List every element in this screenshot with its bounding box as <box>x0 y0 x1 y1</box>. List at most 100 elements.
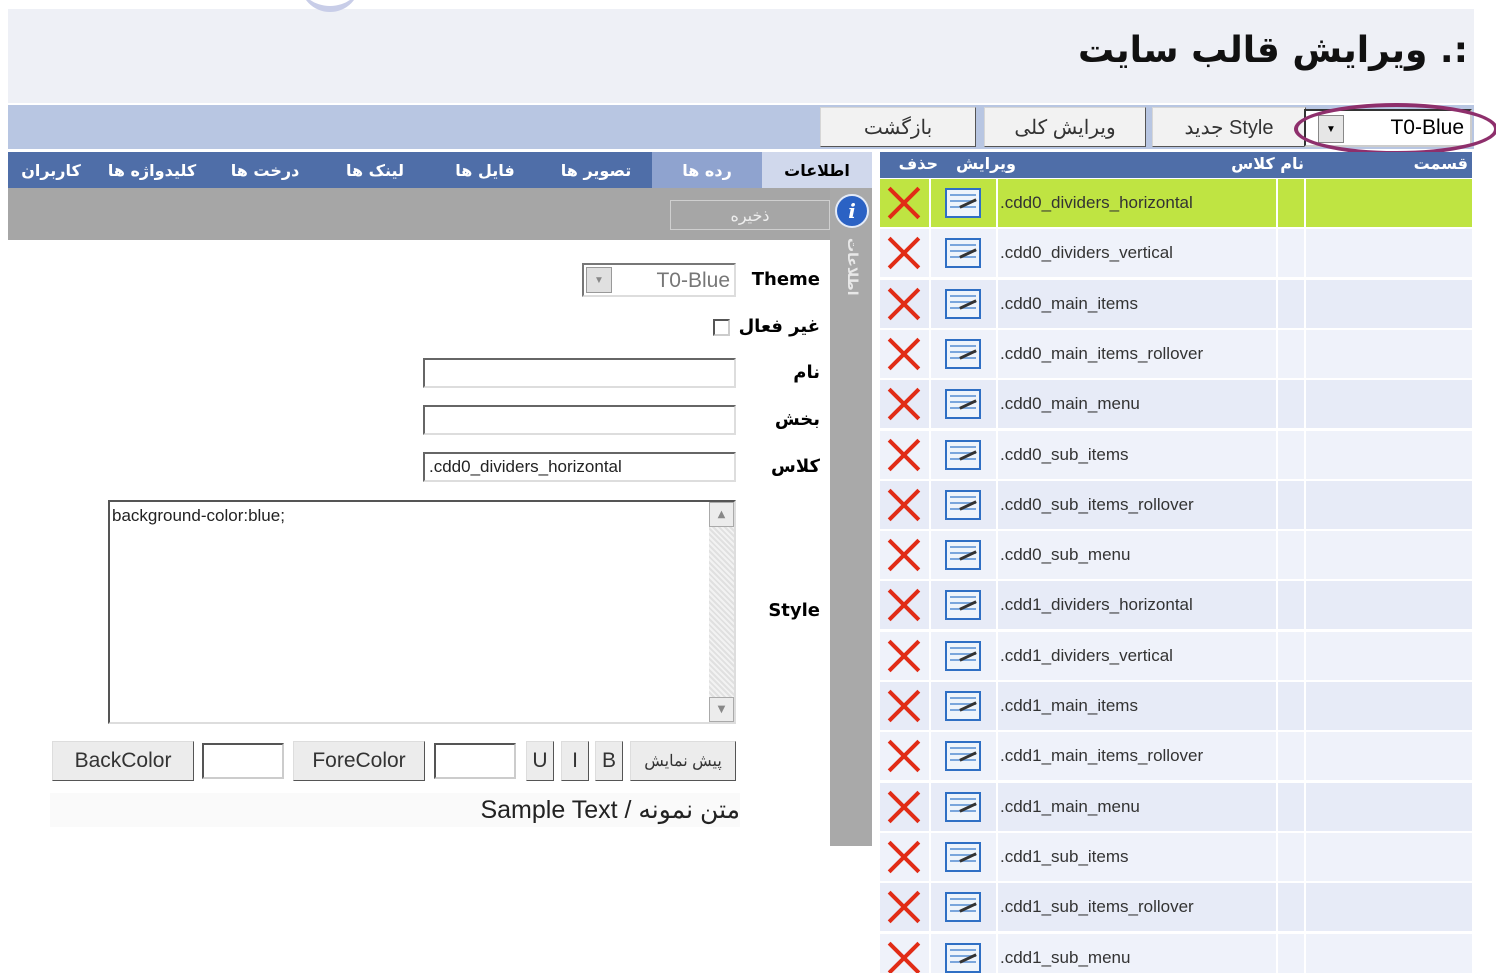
edit-document-icon[interactable] <box>945 640 981 671</box>
italic-button[interactable]: I <box>561 741 589 781</box>
delete-button[interactable] <box>880 481 928 529</box>
inactive-checkbox[interactable] <box>713 319 730 336</box>
delete-button[interactable] <box>880 330 928 378</box>
edit-button[interactable] <box>932 179 994 227</box>
delete-button[interactable] <box>880 732 928 780</box>
edit-button[interactable] <box>932 581 994 629</box>
close-x-icon[interactable] <box>886 487 922 523</box>
table-row[interactable]: .cdd1_dividers_horizontal <box>880 581 1472 630</box>
edit-document-icon[interactable] <box>945 238 981 269</box>
close-x-icon[interactable] <box>886 437 922 473</box>
table-row[interactable]: .cdd1_sub_items_rollover <box>880 883 1472 932</box>
form-theme-select[interactable]: T0-Blue ▼ <box>582 263 736 297</box>
tab-keywords[interactable]: کلیدواژه ها <box>94 152 210 188</box>
edit-button[interactable] <box>932 531 994 579</box>
edit-button[interactable] <box>932 280 994 328</box>
close-x-icon[interactable] <box>886 537 922 573</box>
table-row[interactable]: .cdd0_sub_menu <box>880 531 1472 580</box>
edit-button[interactable] <box>932 833 994 881</box>
tab-files[interactable]: فایل ها <box>430 152 540 188</box>
table-row[interactable]: .cdd1_main_menu <box>880 782 1472 831</box>
close-x-icon[interactable] <box>886 185 922 221</box>
delete-button[interactable] <box>880 632 928 680</box>
delete-button[interactable] <box>880 229 928 277</box>
edit-document-icon[interactable] <box>945 439 981 470</box>
table-row[interactable]: .cdd1_sub_menu <box>880 933 1472 973</box>
tab-info[interactable]: اطلاعات <box>762 152 872 188</box>
delete-button[interactable] <box>880 682 928 730</box>
table-row[interactable]: .cdd0_main_menu <box>880 380 1472 429</box>
close-x-icon[interactable] <box>886 286 922 322</box>
scroll-down-icon[interactable]: ▼ <box>709 697 734 722</box>
table-row[interactable]: .cdd1_main_items_rollover <box>880 732 1472 781</box>
close-x-icon[interactable] <box>886 235 922 271</box>
edit-button[interactable] <box>932 732 994 780</box>
chevron-down-icon[interactable]: ▼ <box>586 267 612 293</box>
table-row[interactable]: .cdd0_main_items_rollover <box>880 329 1472 378</box>
edit-document-icon[interactable] <box>945 338 981 369</box>
tab-trees[interactable]: درخت ها <box>210 152 320 188</box>
backcolor-input[interactable] <box>202 743 284 779</box>
tab-images[interactable]: تصویر ها <box>540 152 652 188</box>
delete-button[interactable] <box>880 280 928 328</box>
edit-button[interactable] <box>932 481 994 529</box>
table-row[interactable]: .cdd1_dividers_vertical <box>880 631 1472 680</box>
delete-button[interactable] <box>880 380 928 428</box>
style-textarea[interactable]: background-color:blue; <box>108 500 736 724</box>
forecolor-button[interactable]: ForeColor <box>293 741 425 781</box>
tab-categories[interactable]: رده ها <box>652 152 762 188</box>
tab-links[interactable]: لینک ها <box>320 152 430 188</box>
edit-document-icon[interactable] <box>945 791 981 822</box>
edit-document-icon[interactable] <box>945 892 981 923</box>
table-row[interactable]: .cdd1_main_items <box>880 682 1472 730</box>
edit-document-icon[interactable] <box>945 841 981 872</box>
edit-all-button[interactable]: ویرایش کلی <box>984 107 1146 147</box>
delete-button[interactable] <box>880 783 928 831</box>
close-x-icon[interactable] <box>886 889 922 925</box>
table-row[interactable]: .cdd0_dividers_horizontal <box>880 179 1472 227</box>
edit-document-icon[interactable] <box>945 288 981 319</box>
back-button[interactable]: بازگشت <box>820 107 976 147</box>
close-x-icon[interactable] <box>886 336 922 372</box>
edit-document-icon[interactable] <box>945 741 981 772</box>
close-x-icon[interactable] <box>886 839 922 875</box>
edit-document-icon[interactable] <box>945 590 981 621</box>
underline-button[interactable]: U <box>526 741 554 781</box>
close-x-icon[interactable] <box>886 738 922 774</box>
delete-button[interactable] <box>880 179 928 227</box>
table-row[interactable]: .cdd1_sub_items <box>880 832 1472 881</box>
close-x-icon[interactable] <box>886 386 922 422</box>
delete-button[interactable] <box>880 883 928 931</box>
tab-users[interactable]: کاربران <box>8 152 94 188</box>
backcolor-button[interactable]: BackColor <box>52 741 194 781</box>
delete-button[interactable] <box>880 833 928 881</box>
close-x-icon[interactable] <box>886 688 922 724</box>
bold-button[interactable]: B <box>595 741 623 781</box>
edit-button[interactable] <box>932 883 994 931</box>
scroll-up-icon[interactable]: ▲ <box>709 502 734 527</box>
edit-document-icon[interactable] <box>945 691 981 721</box>
edit-document-icon[interactable] <box>945 188 981 218</box>
save-button[interactable]: ذخیره <box>670 200 830 230</box>
forecolor-input[interactable] <box>434 743 516 779</box>
table-row[interactable]: .cdd0_sub_items_rollover <box>880 480 1472 529</box>
edit-button[interactable] <box>932 380 994 428</box>
table-row[interactable]: .cdd0_main_items <box>880 279 1472 328</box>
section-field[interactable] <box>423 405 736 435</box>
delete-button[interactable] <box>880 934 928 973</box>
table-row[interactable]: .cdd0_dividers_vertical <box>880 229 1472 278</box>
delete-button[interactable] <box>880 431 928 479</box>
edit-document-icon[interactable] <box>945 489 981 520</box>
edit-button[interactable] <box>932 783 994 831</box>
delete-button[interactable] <box>880 531 928 579</box>
preview-button[interactable]: پیش نمایش <box>630 741 736 781</box>
edit-document-icon[interactable] <box>945 540 981 571</box>
edit-button[interactable] <box>932 431 994 479</box>
close-x-icon[interactable] <box>886 940 922 973</box>
edit-button[interactable] <box>932 229 994 277</box>
class-field[interactable]: .cdd0_dividers_horizontal <box>423 452 736 482</box>
info-icon[interactable]: i <box>835 194 869 228</box>
name-field[interactable] <box>423 358 736 388</box>
edit-document-icon[interactable] <box>945 389 981 420</box>
edit-button[interactable] <box>932 934 994 973</box>
